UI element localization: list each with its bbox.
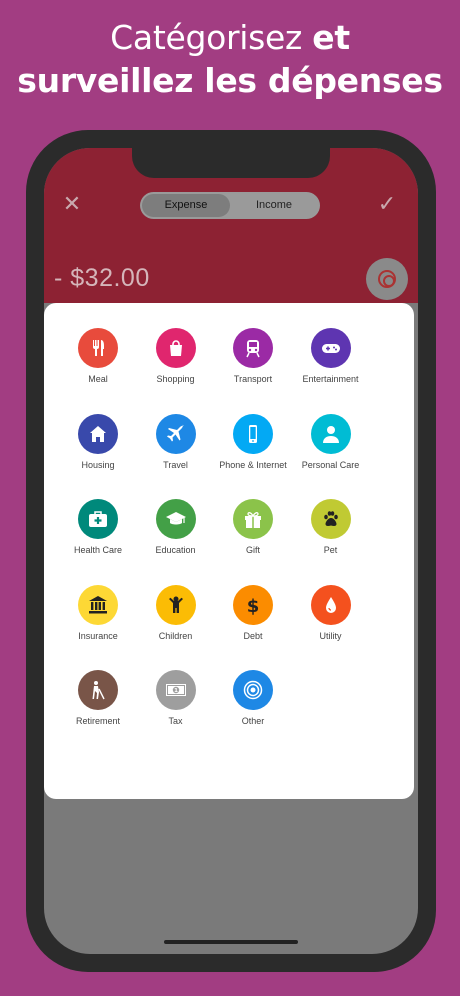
category-label: Debt [243, 630, 263, 641]
phone-frame: ✕ Expense Income ✓ - $32.00 Meal Shopping… [26, 130, 436, 972]
dollar-icon: $ [233, 584, 273, 625]
notch [132, 148, 330, 178]
headline-line1-bold: et [312, 18, 350, 57]
train-icon [233, 328, 273, 368]
category-item[interactable]: Entertainment [292, 328, 370, 384]
headline-line2: surveillez les dépenses [17, 61, 443, 100]
airplane-icon [155, 413, 196, 454]
shopping-bag-icon [155, 328, 196, 368]
svg-text:1: 1 [174, 688, 178, 694]
child-icon [155, 584, 196, 625]
amount-display[interactable]: - $32.00 [54, 264, 150, 293]
category-label: Pet [323, 545, 338, 555]
category-item[interactable]: Meal [59, 328, 137, 384]
check-icon[interactable]: ✓ [376, 193, 398, 215]
category-label: Housing [81, 459, 115, 470]
category-label: Retirement [75, 716, 120, 726]
phone-icon [233, 413, 273, 454]
tab-income[interactable]: Income [230, 194, 318, 217]
gamepad-icon [310, 328, 351, 368]
category-item[interactable]: Utility [292, 584, 370, 641]
category-label: Health Care [73, 545, 123, 555]
drop-icon [310, 584, 351, 625]
category-label: Utility [319, 630, 342, 641]
category-label: Gift [245, 545, 260, 555]
category-item[interactable]: Pet [292, 499, 370, 555]
category-item[interactable]: Transport [214, 328, 292, 384]
person-icon [310, 413, 351, 454]
category-item[interactable]: Children [137, 584, 215, 641]
category-picker-sheet: Meal Shopping Transport Entertainment Housin… [44, 303, 414, 799]
first-aid-icon [78, 499, 118, 539]
category-item[interactable]: 1 Tax [137, 670, 215, 726]
house-icon [78, 413, 118, 454]
category-label: Other [241, 716, 265, 726]
category-item[interactable]: Housing [59, 413, 137, 470]
utensils-icon [78, 328, 118, 368]
category-item[interactable]: Education [137, 499, 215, 555]
headline-line1-regular: Catégorisez [110, 18, 313, 57]
target-icon [233, 670, 273, 710]
category-label: Insurance [78, 630, 118, 641]
category-label: Meal [88, 374, 108, 384]
category-button[interactable] [366, 258, 408, 300]
category-item[interactable]: Shopping [137, 328, 215, 384]
phone-screen: ✕ Expense Income ✓ - $32.00 Meal Shopping… [44, 148, 418, 954]
category-item[interactable]: Phone & Internet [214, 413, 292, 470]
category-label: Education [155, 545, 196, 555]
headline: Catégorisez et surveillez les dépenses [0, 16, 460, 102]
category-label: Shopping [156, 374, 195, 384]
paw-icon [310, 499, 351, 539]
category-label: Transport [233, 374, 273, 384]
category-item[interactable]: Other [214, 670, 292, 726]
graduation-cap-icon [155, 499, 196, 539]
category-item[interactable]: Retirement [59, 670, 137, 726]
category-item[interactable]: Travel [137, 413, 215, 470]
type-segmented-control: Expense Income [140, 192, 320, 219]
svg-text:$: $ [247, 596, 260, 615]
target-icon [378, 270, 396, 288]
close-icon[interactable]: ✕ [62, 193, 82, 215]
category-label: Children [158, 630, 193, 641]
category-label: Entertainment [302, 374, 359, 384]
tab-expense[interactable]: Expense [142, 194, 230, 217]
category-item[interactable]: Gift [214, 499, 292, 555]
category-item[interactable]: Insurance [59, 584, 137, 641]
elder-icon [78, 670, 118, 710]
category-item[interactable]: $ Debt [214, 584, 292, 641]
category-label: Travel [163, 459, 188, 470]
home-indicator [164, 940, 298, 944]
banknote-icon: 1 [155, 670, 196, 710]
category-item[interactable]: Health Care [59, 499, 137, 555]
category-item[interactable]: Personal Care [292, 413, 370, 470]
bank-icon [78, 584, 118, 625]
category-label: Tax [168, 716, 183, 726]
category-label: Personal Care [301, 459, 360, 470]
gift-icon [233, 499, 273, 539]
category-label: Phone & Internet [219, 459, 287, 470]
